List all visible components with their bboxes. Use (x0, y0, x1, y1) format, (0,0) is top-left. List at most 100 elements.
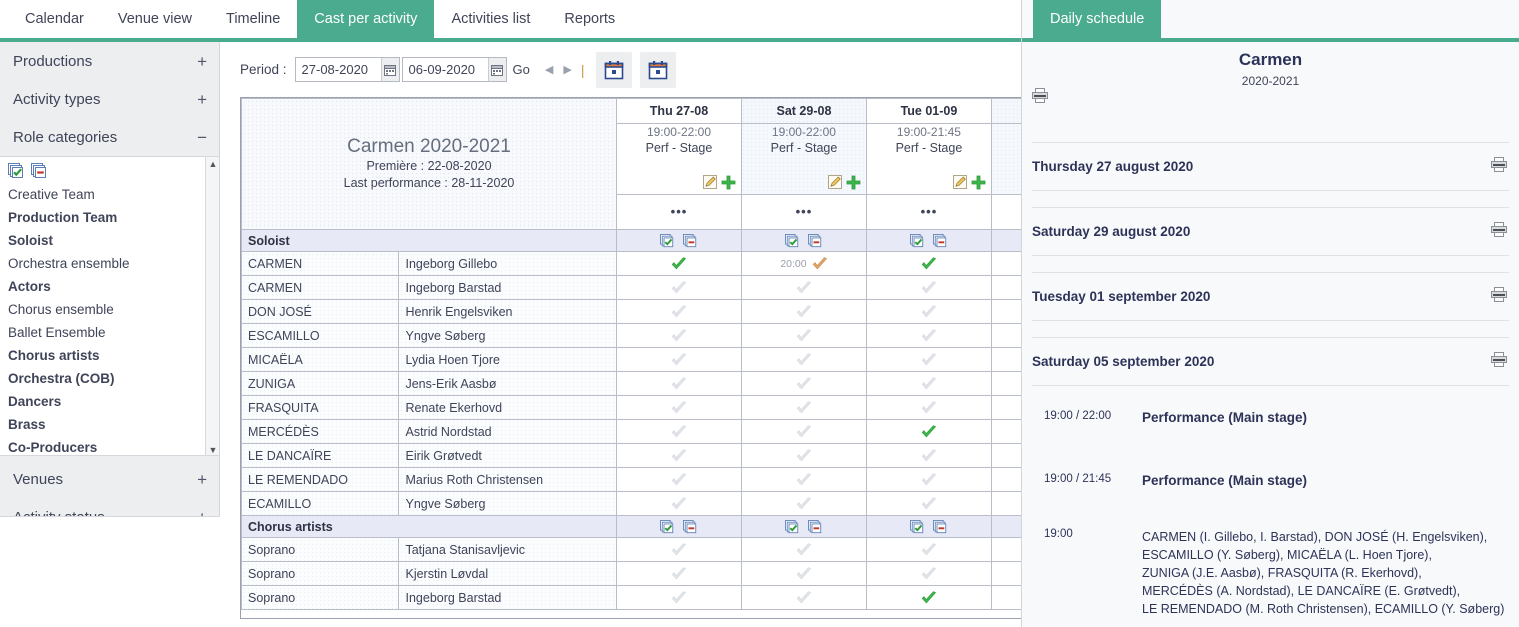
category-bulk-toggle-cell[interactable] (740, 515, 867, 538)
cast-assignment-cell[interactable] (990, 371, 1021, 396)
more-dots-icon[interactable]: ••• (742, 205, 866, 218)
cast-assignment-cell[interactable] (990, 443, 1021, 468)
cast-assignment-cell[interactable] (615, 491, 742, 516)
cast-assignment-cell[interactable] (740, 419, 867, 444)
check-inactive-icon[interactable] (921, 448, 937, 463)
check-inactive-icon[interactable] (796, 590, 812, 605)
calendar-view-button-2[interactable] (640, 51, 677, 88)
check-inactive-icon[interactable] (671, 400, 687, 415)
cast-grid-container[interactable]: Carmen 2020-2021 Première : 22-08-2020 Las… (240, 97, 1021, 619)
check-all-column-icon[interactable] (660, 233, 675, 248)
check-inactive-icon[interactable] (921, 566, 937, 581)
check-active-icon[interactable] (921, 424, 937, 439)
cast-assignment-cell[interactable] (615, 585, 742, 610)
check-inactive-icon[interactable] (796, 448, 812, 463)
schedule-event-row[interactable]: 19:00 / 21:45 Performance (Main stage) (1032, 465, 1509, 528)
role-category-item[interactable]: Co-Producers (8, 436, 219, 455)
date-to-field[interactable] (401, 57, 507, 82)
category-bulk-toggle-cell[interactable] (740, 229, 867, 252)
sidebar-section-venues[interactable]: Venues + (0, 460, 219, 498)
check-all-column-icon[interactable] (660, 519, 675, 534)
cast-assignment-cell[interactable] (615, 371, 742, 396)
check-inactive-icon[interactable] (671, 590, 687, 605)
check-inactive-icon[interactable] (796, 496, 812, 511)
cast-assignment-cell[interactable] (865, 371, 992, 396)
check-inactive-icon[interactable] (796, 352, 812, 367)
check-active-icon[interactable] (921, 590, 937, 605)
check-inactive-icon[interactable] (796, 400, 812, 415)
cast-assignment-cell[interactable] (990, 561, 1021, 586)
check-inactive-icon[interactable] (921, 542, 937, 557)
date-to-input[interactable] (402, 58, 488, 81)
uncheck-all-column-icon[interactable] (683, 233, 698, 248)
check-inactive-icon[interactable] (671, 448, 687, 463)
category-bulk-toggle-cell[interactable] (865, 515, 992, 538)
cast-assignment-cell[interactable] (865, 419, 992, 444)
cast-assignment-cell[interactable] (990, 537, 1021, 562)
more-activities-cell[interactable]: ••• (865, 194, 992, 230)
check-all-column-icon[interactable] (785, 519, 800, 534)
cast-assignment-cell[interactable] (990, 491, 1021, 516)
cast-assignment-cell[interactable] (990, 347, 1021, 372)
check-inactive-icon[interactable] (796, 376, 812, 391)
add-activity-icon[interactable] (721, 175, 736, 190)
check-all-column-icon[interactable] (910, 519, 925, 534)
role-category-item[interactable]: Production Team (8, 206, 219, 229)
cast-assignment-cell[interactable] (615, 395, 742, 420)
check-inactive-icon[interactable] (796, 328, 812, 343)
more-dots-icon[interactable]: ••• (867, 205, 991, 218)
expand-plus-icon[interactable]: + (197, 53, 207, 70)
cast-assignment-cell[interactable] (865, 323, 992, 348)
cast-assignment-cell[interactable] (740, 537, 867, 562)
cast-assignment-cell[interactable] (865, 395, 992, 420)
role-category-item[interactable]: Creative Team (8, 183, 219, 206)
chevron-left-icon[interactable]: ◀ (540, 63, 558, 76)
printer-icon[interactable] (1491, 287, 1507, 302)
cast-assignment-cell[interactable] (990, 467, 1021, 492)
date-to-calendar-icon[interactable] (487, 58, 506, 81)
check-inactive-icon[interactable] (796, 424, 812, 439)
cast-assignment-cell[interactable] (865, 491, 992, 516)
cast-assignment-cell[interactable] (740, 299, 867, 324)
cast-assignment-cell[interactable] (615, 443, 742, 468)
edit-activity-icon[interactable] (702, 175, 718, 190)
role-category-item[interactable]: Brass (8, 413, 219, 436)
check-inactive-icon[interactable] (796, 566, 812, 581)
cast-assignment-cell[interactable] (740, 443, 867, 468)
check-inactive-icon[interactable] (921, 328, 937, 343)
cast-assignment-cell[interactable] (615, 251, 742, 276)
cast-assignment-cell[interactable] (865, 585, 992, 610)
check-inactive-icon[interactable] (796, 472, 812, 487)
uncheck-all-column-icon[interactable] (683, 519, 698, 534)
check-inactive-icon[interactable] (671, 566, 687, 581)
sidebar-section-role-categories[interactable]: Role categories − (0, 118, 219, 156)
tab-timeline[interactable]: Timeline (209, 0, 297, 38)
cast-assignment-cell[interactable] (740, 275, 867, 300)
cast-assignment-cell[interactable] (740, 467, 867, 492)
printer-icon[interactable] (1491, 222, 1507, 237)
uncheck-all-column-icon[interactable] (933, 233, 948, 248)
check-inactive-icon[interactable] (796, 542, 812, 557)
role-category-item[interactable]: Orchestra ensemble (8, 252, 219, 275)
deselect-all-icon[interactable] (31, 163, 48, 179)
printer-icon[interactable] (1491, 352, 1507, 367)
cast-assignment-cell[interactable] (990, 395, 1021, 420)
role-category-item[interactable]: Ballet Ensemble (8, 321, 219, 344)
sidebar-scrollbar[interactable]: ▲ ▼ (205, 157, 219, 455)
check-inactive-icon[interactable] (796, 304, 812, 319)
role-category-item[interactable]: Soloist (8, 229, 219, 252)
date-from-input[interactable] (295, 58, 381, 81)
check-inactive-icon[interactable] (796, 280, 812, 295)
sidebar-section-activity-types[interactable]: Activity types + (0, 80, 219, 118)
cast-assignment-cell[interactable] (865, 251, 992, 276)
chevron-right-icon[interactable]: ▶ (558, 63, 576, 76)
more-activities-cell[interactable]: ••• (990, 194, 1021, 230)
cast-assignment-cell[interactable] (865, 537, 992, 562)
check-pending-icon[interactable] (812, 256, 828, 271)
cast-assignment-cell[interactable] (865, 467, 992, 492)
uncheck-all-column-icon[interactable] (808, 233, 823, 248)
role-category-item[interactable]: Chorus artists (8, 344, 219, 367)
category-bulk-toggle-cell[interactable] (615, 515, 742, 538)
calendar-view-button-1[interactable] (596, 51, 633, 88)
check-inactive-icon[interactable] (921, 400, 937, 415)
